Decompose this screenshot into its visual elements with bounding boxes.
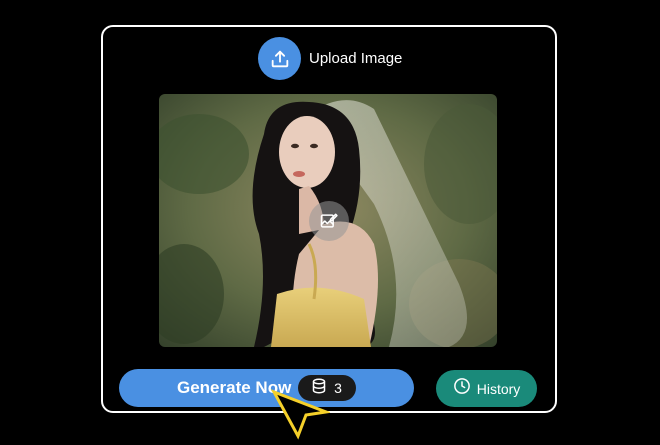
upload-image-label: Upload Image bbox=[309, 50, 403, 67]
upload-image-button[interactable]: Upload Image bbox=[258, 37, 402, 80]
credits-count: 3 bbox=[334, 380, 342, 396]
generate-now-button[interactable]: Generate Now 3 bbox=[119, 369, 414, 407]
history-label: History bbox=[476, 380, 521, 397]
mouse-pointer-icon bbox=[268, 388, 332, 445]
edit-image-icon[interactable] bbox=[309, 201, 349, 241]
clock-icon bbox=[453, 377, 471, 400]
history-button[interactable]: History bbox=[436, 370, 537, 407]
upload-icon bbox=[258, 37, 301, 80]
